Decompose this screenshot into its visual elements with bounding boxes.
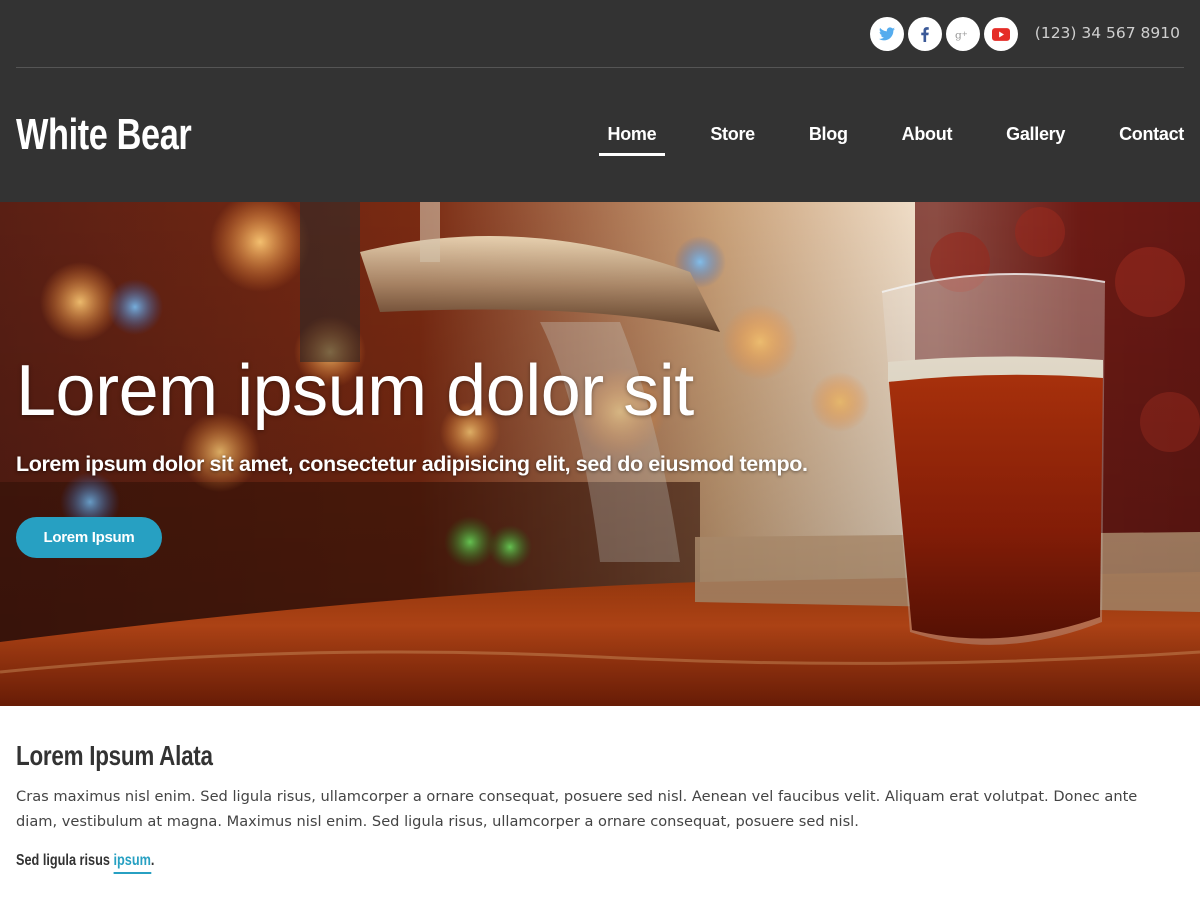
google-plus-icon[interactable]: g + [946,17,980,51]
facebook-icon[interactable] [908,17,942,51]
section-title: Lorem Ipsum Alata [16,740,213,771]
section-tagline: Sed ligula risus ipsum. [16,852,155,874]
twitter-icon[interactable] [870,17,904,51]
nav-about[interactable]: About [902,122,953,156]
section-body-text: Cras maximus nisl enim. Sed ligula risus… [16,788,1138,830]
hero-title: Lorem ipsum dolor sit [16,351,694,431]
brand-logo[interactable]: White Bear [16,108,192,162]
tagline-period: . [150,852,155,869]
social-links: g + [870,17,1018,51]
hero-cta-button[interactable]: Lorem Ipsum [16,517,162,558]
site-header: g + (123) 34 567 8910 White Bear Home Sto… [0,0,1200,202]
tagline-link[interactable]: ipsum [113,852,151,874]
nav-contact[interactable]: Contact [1119,122,1184,156]
youtube-icon[interactable] [984,17,1018,51]
top-bar: g + (123) 34 567 8910 [16,0,1184,68]
nav-blog[interactable]: Blog [809,122,848,156]
phone-number: (123) 34 567 8910 [1034,24,1180,42]
svg-text:+: + [962,28,968,37]
nav-store[interactable]: Store [710,122,755,156]
hero-subtitle: Lorem ipsum dolor sit amet, consectetur … [16,452,808,476]
nav-home[interactable]: Home [598,122,666,156]
main-nav: Home Store Blog About Gallery Contact [554,122,1184,156]
svg-text:g: g [955,28,962,41]
tagline-text: Sed ligula risus [16,852,110,869]
nav-gallery[interactable]: Gallery [1006,122,1065,156]
